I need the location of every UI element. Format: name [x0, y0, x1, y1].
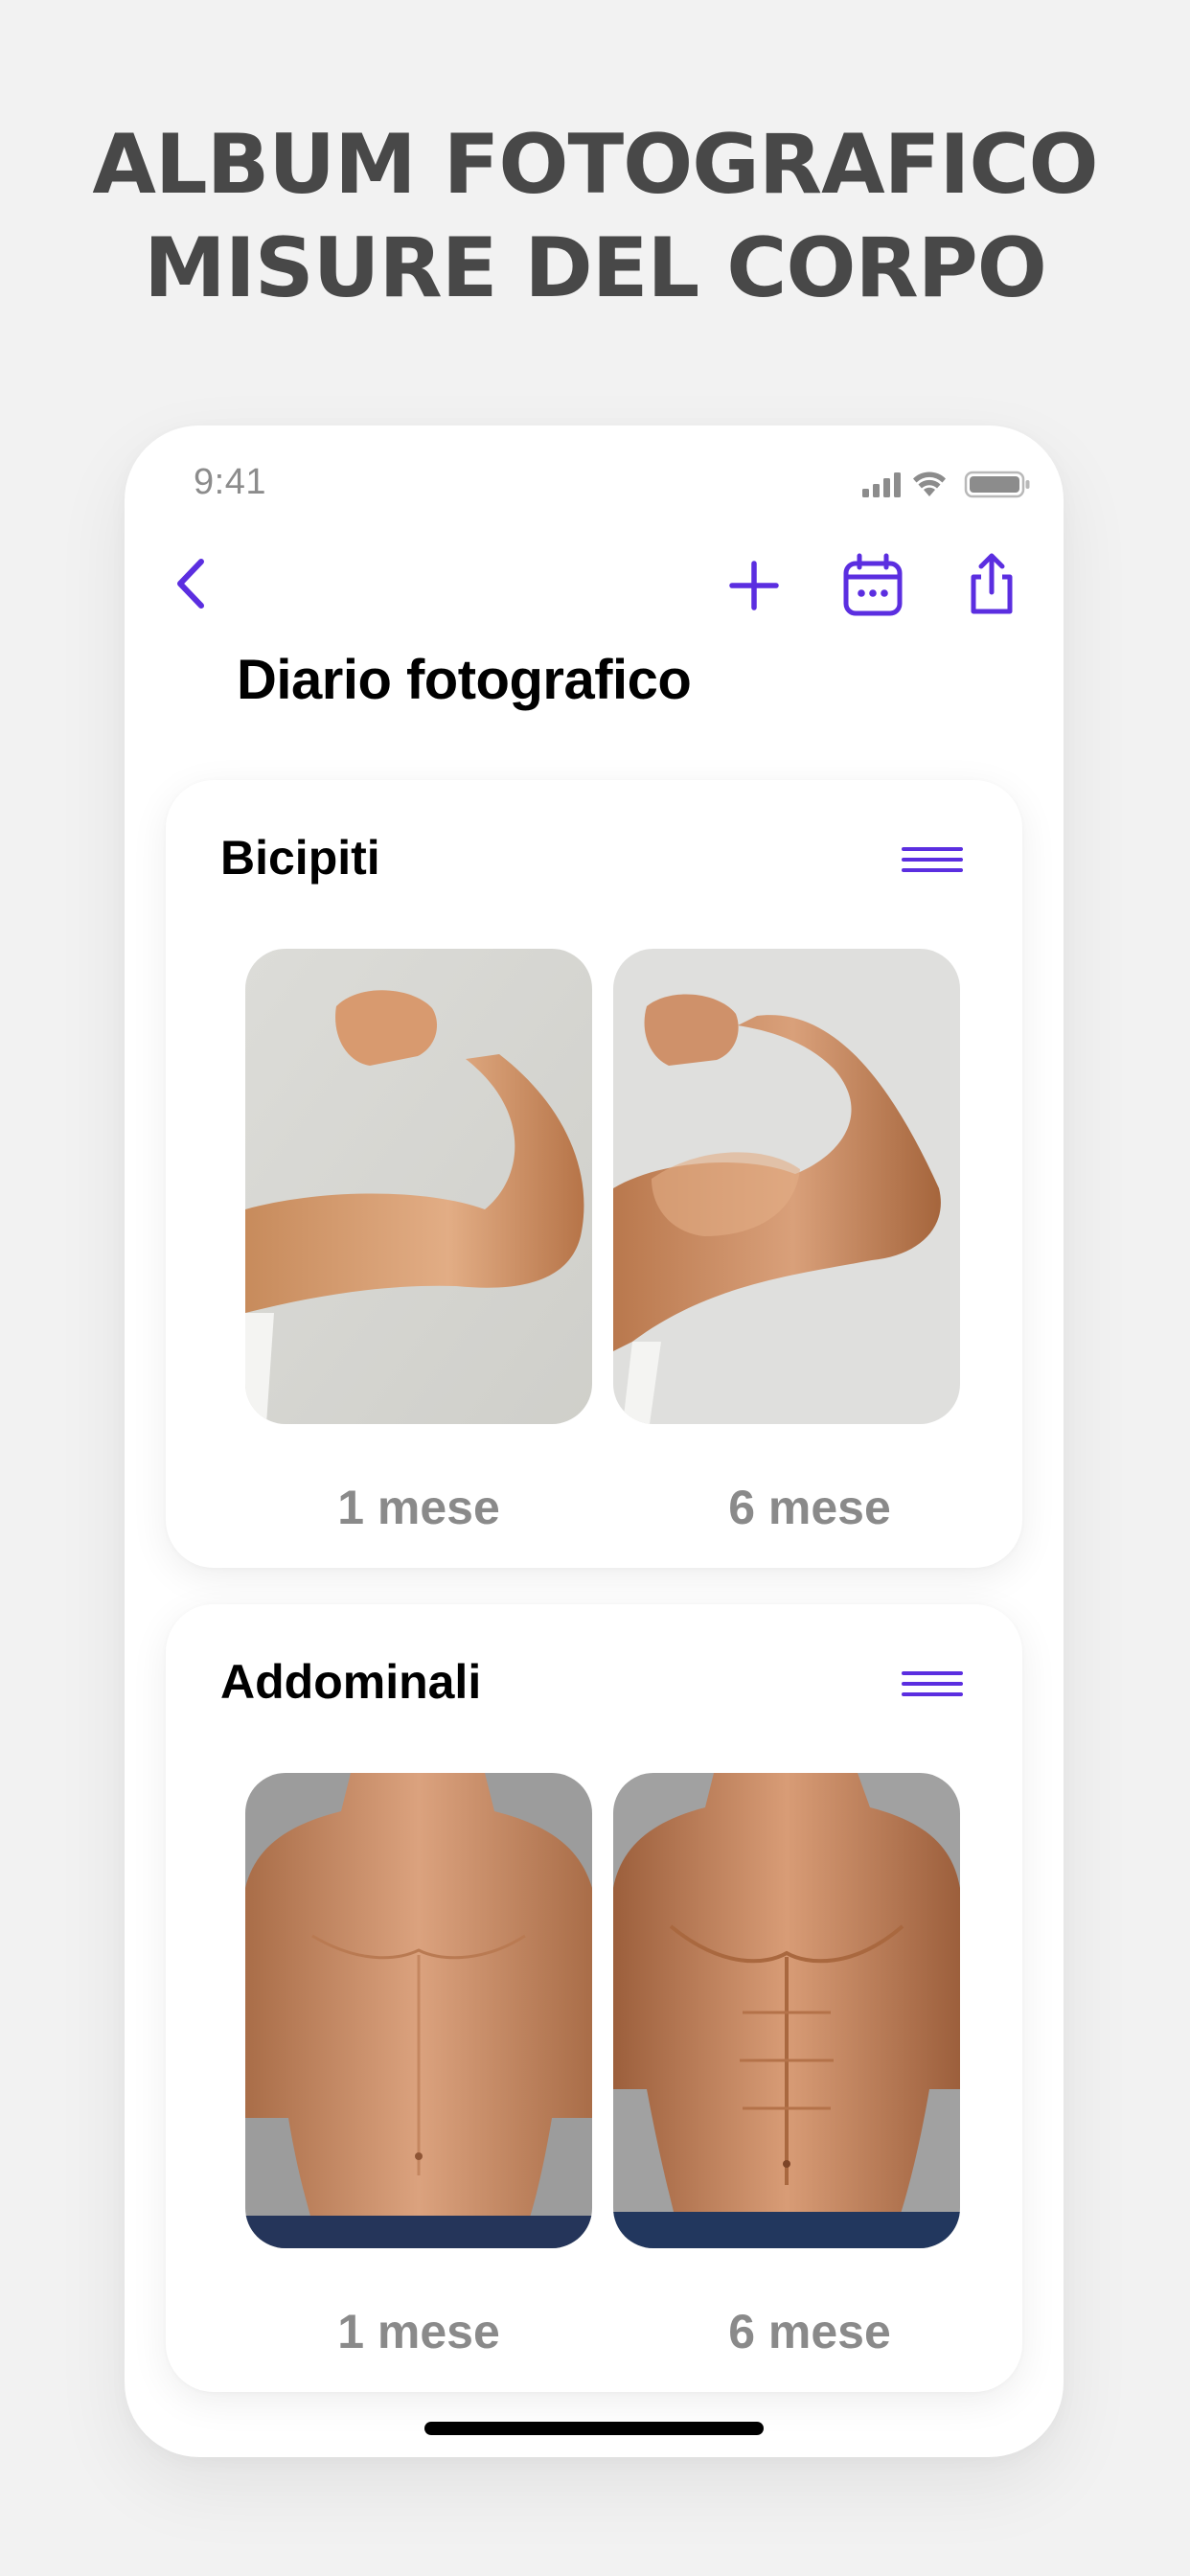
photo-abs-before[interactable] [245, 1773, 592, 2248]
section-menu-button[interactable] [902, 1669, 963, 1706]
headline-line-2: MISURE DEL CORPO [144, 220, 1047, 316]
share-button[interactable] [956, 548, 1027, 619]
section-card-abs: Addominali 1 mese 6 mese [166, 1604, 1022, 2392]
add-photo-button[interactable] [719, 550, 790, 621]
status-icons [862, 470, 1031, 498]
page-title: Diario fotografico [237, 649, 692, 711]
torso-photo [613, 1773, 960, 2248]
chevron-left-icon [177, 559, 204, 609]
photo-label-before: 1 mese [337, 2305, 500, 2358]
headline-line-1: ALBUM FOTOGRAFICO [92, 117, 1098, 213]
phone-frame: 9:41 Diario fotografico Bicipiti 1 mese … [125, 426, 1064, 2457]
promo-headline: ALBUM FOTOGRAFICO MISURE DEL CORPO [0, 113, 1190, 320]
photo-biceps-before[interactable] [245, 949, 592, 1424]
menu-lines-icon [902, 1671, 963, 1696]
arm-photo [245, 949, 592, 1424]
photo-label-after: 6 mese [728, 1481, 891, 1534]
section-menu-button[interactable] [902, 845, 963, 882]
cellular-signal-icon [862, 472, 901, 497]
share-icon [971, 553, 1013, 614]
section-title: Bicipiti [220, 831, 380, 885]
photo-label-after: 6 mese [728, 2305, 891, 2358]
torso-photo [245, 1773, 592, 2248]
photo-label-before: 1 mese [337, 1481, 500, 1534]
calendar-icon [843, 553, 903, 616]
photo-abs-after[interactable] [613, 1773, 960, 2248]
section-title: Addominali [220, 1655, 482, 1709]
plus-icon [729, 561, 779, 610]
wifi-icon [913, 472, 946, 496]
arm-photo [613, 949, 960, 1424]
home-indicator[interactable] [424, 2422, 764, 2435]
battery-icon [964, 471, 1030, 498]
back-button[interactable] [161, 550, 218, 617]
photo-biceps-after[interactable] [613, 949, 960, 1424]
calendar-button[interactable] [837, 550, 908, 621]
section-card-biceps: Bicipiti 1 mese 6 mese [166, 780, 1022, 1568]
status-time: 9:41 [194, 462, 266, 502]
menu-lines-icon [902, 847, 963, 872]
